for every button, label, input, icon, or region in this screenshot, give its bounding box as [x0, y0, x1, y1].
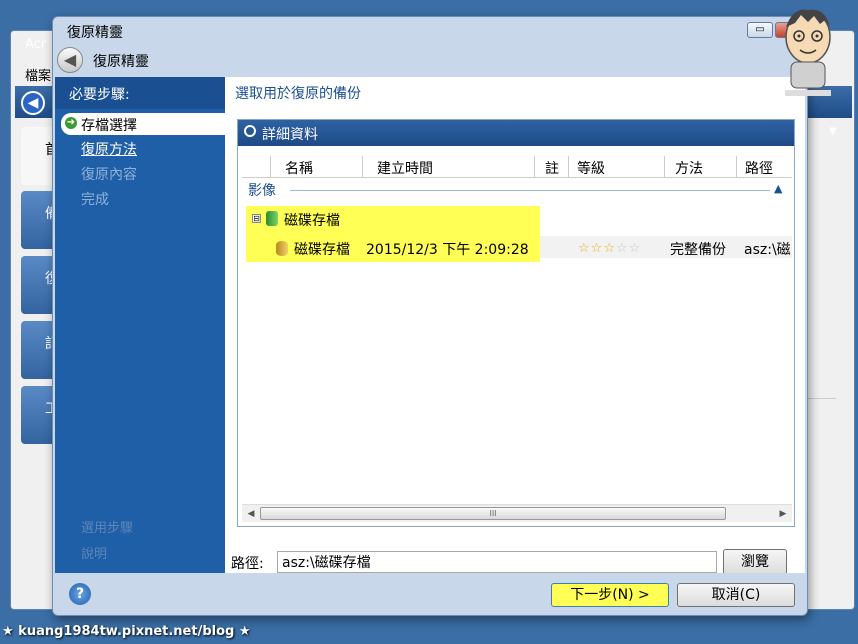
scroll-right-icon[interactable]: ▶ [776, 507, 790, 521]
required-steps-heading: 必要步驟: [55, 77, 225, 109]
background-back-icon[interactable]: ◀ [21, 91, 45, 115]
background-menu-file[interactable]: 檔案 [25, 65, 51, 84]
back-arrow-icon[interactable]: ◀ [57, 47, 83, 73]
step-finish: 完成 [81, 192, 109, 208]
optional-steps-label: 選用步驟 [81, 521, 134, 536]
group-images-label: 影像 [248, 183, 276, 199]
header-title: 復原精靈 [93, 54, 149, 70]
horizontal-scrollbar[interactable]: ◀ III ▶ [242, 504, 792, 522]
watermark: ★ kuang1984tw.pixnet.net/blog ★ [2, 624, 251, 639]
wizard-steps-panel: 必要步驟: ➜ 存檔選擇 復原方法 復原內容 完成 選用步驟 說明 [55, 77, 225, 573]
column-created[interactable]: 建立時間 [362, 156, 534, 178]
rating-stars: ☆☆☆☆☆ [578, 241, 641, 256]
backup-created: 2015/12/3 下午 2:09:28 [366, 242, 529, 258]
arrow-right-icon: ➜ [65, 117, 77, 129]
backup-disk-icon [276, 241, 288, 256]
dialog-header: ◀ 復原精靈 [55, 47, 805, 77]
scroll-left-icon[interactable]: ◀ [244, 507, 258, 521]
path-label: 路徑: [231, 556, 264, 572]
star-filled-icon: ☆ [578, 241, 591, 256]
content-area: 選取用於復原的備份 詳細資料 名稱 建立時間 註 等級 方法 路徑 影像 ▲ ⊟… [225, 77, 805, 575]
step-recovery-method[interactable]: 復原方法 [81, 139, 137, 159]
dialog-titlebar: 復原精靈 ▭ ✕ [53, 17, 815, 47]
backup-name[interactable]: 磁碟存檔 [294, 239, 350, 259]
help-label: 說明 [81, 547, 108, 562]
column-path[interactable]: 路徑 [736, 156, 792, 178]
group-divider [290, 190, 770, 191]
step-label: 存檔選擇 [81, 118, 137, 134]
backup-method: 完整備份 [670, 242, 726, 258]
star-filled-icon: ☆ [603, 241, 616, 256]
scrollbar-thumb[interactable]: III [260, 507, 726, 520]
dialog-title: 復原精靈 [67, 25, 123, 41]
details-panel: 詳細資料 名稱 建立時間 註 等級 方法 路徑 影像 ▲ ⊟ 磁碟存檔 磁碟存檔… [237, 119, 795, 527]
avatar-sticker [785, 9, 831, 96]
backup-path: asz:\磁 [744, 242, 791, 258]
browse-button[interactable]: 瀏覽 [723, 549, 787, 575]
column-name[interactable]: 名稱 [270, 156, 362, 178]
column-rating[interactable]: 等級 [568, 156, 664, 178]
archive-drive-icon [266, 211, 278, 226]
content-title: 選取用於復原的備份 [235, 86, 361, 102]
collapse-icon[interactable]: ▲ [774, 182, 782, 195]
cancel-button[interactable]: 取消(C) [677, 583, 795, 607]
magnifier-icon [244, 125, 256, 137]
star-filled-icon: ☆ [590, 241, 604, 256]
dialog-footer: ? 下一步(N) > 取消(C) [55, 573, 805, 613]
column-header-row: 名稱 建立時間 註 等級 方法 路徑 [242, 156, 792, 178]
details-header: 詳細資料 [238, 120, 794, 146]
chevron-down-icon[interactable]: ▼ [829, 126, 837, 137]
help-icon[interactable]: ? [69, 583, 91, 605]
next-button[interactable]: 下一步(N) > [551, 583, 669, 607]
details-header-label: 詳細資料 [262, 127, 318, 143]
star-empty-icon: ☆ [628, 241, 642, 256]
recovery-wizard-dialog: 復原精靈 ▭ ✕ ◀ 復原精靈 必要步驟: ➜ 存檔選擇 復原方法 復原內容 完… [52, 16, 815, 616]
background-app-title: Acr [25, 37, 47, 52]
star-empty-icon: ☆ [615, 241, 629, 256]
step-recovery-content: 復原內容 [81, 167, 137, 183]
path-input[interactable] [277, 551, 717, 573]
column-method[interactable]: 方法 [664, 156, 736, 178]
column-note[interactable]: 註 [534, 156, 568, 178]
tree-collapse-icon[interactable]: ⊟ [252, 214, 261, 223]
maximize-button[interactable]: ▭ [747, 22, 773, 38]
step-archive-selection[interactable]: ➜ 存檔選擇 [61, 113, 225, 135]
archive-name[interactable]: 磁碟存檔 [284, 210, 340, 230]
